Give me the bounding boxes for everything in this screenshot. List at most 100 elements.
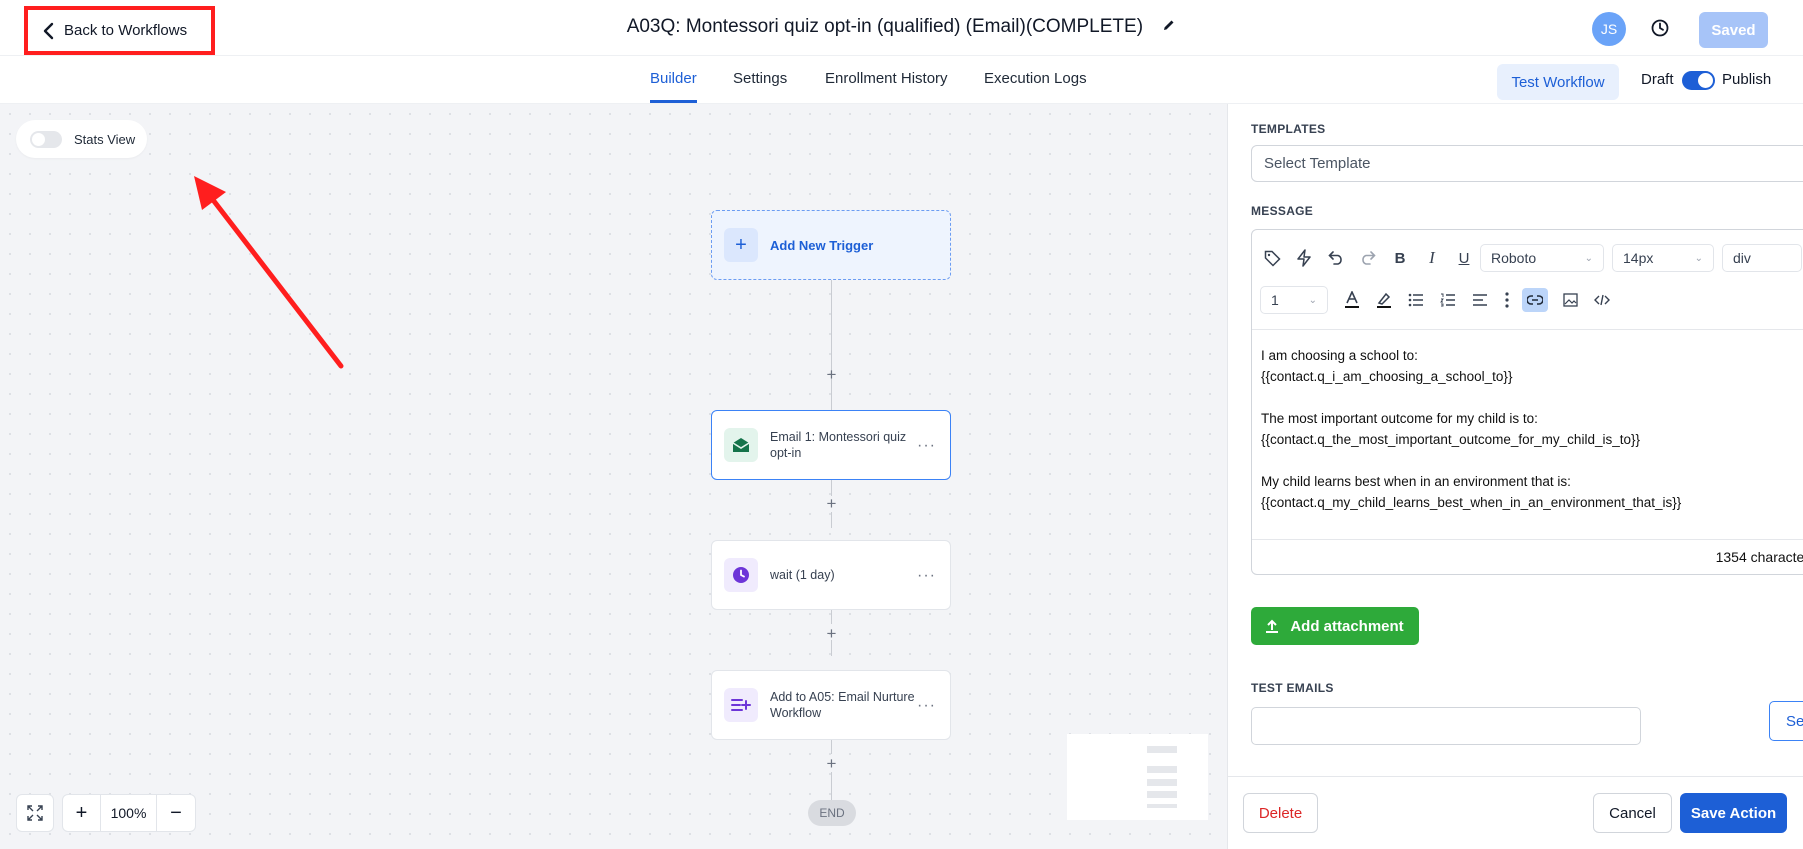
minimap-node [1147,804,1177,808]
redo-icon[interactable] [1352,244,1384,272]
text-color-icon[interactable] [1336,286,1368,314]
template-select[interactable]: Select Template [1251,145,1803,182]
message-line: {{contact.q_my_child_learns_best_when_in… [1261,495,1682,510]
upload-icon [1266,619,1279,633]
save-action-button[interactable]: Save Action [1680,793,1787,833]
bold-icon[interactable]: B [1384,244,1416,272]
test-email-input[interactable] [1251,707,1641,745]
clock-icon [724,558,758,592]
send-test-button[interactable]: Se [1769,701,1803,741]
message-body[interactable]: I am choosing a school to: {{contact.q_i… [1261,345,1681,534]
tab-builder[interactable]: Builder [650,70,697,87]
workflow-title[interactable]: A03Q: Montessori quiz opt-in (qualified)… [0,16,1803,38]
workflow-node-add-to-workflow[interactable]: Add to A05: Email Nurture Workflow ··· [711,670,951,740]
message-line: My child learns best when in an environm… [1261,474,1571,489]
zoom-in-button[interactable]: + [63,795,101,831]
cancel-button[interactable]: Cancel [1593,793,1672,833]
message-editor[interactable]: B I U Roboto ⌄ 14px ⌄ div 1 ⌄ I am choos… [1251,229,1803,575]
block-type-select[interactable]: div [1722,244,1802,272]
minimap-node [1147,779,1177,786]
italic-icon[interactable]: I [1416,244,1448,272]
workflow-node-email[interactable]: Email 1: Montessori quiz opt-in ··· [711,410,951,480]
node-label: wait (1 day) [770,568,835,582]
zoom-controls: + 100% − [16,794,196,832]
message-paragraph: The most important outcome for my child … [1261,408,1681,450]
message-line: {{contact.q_i_am_choosing_a_school_to}} [1261,369,1513,384]
add-step-plus[interactable]: + [824,495,839,512]
message-line: {{contact.q_the_most_important_outcome_f… [1261,432,1640,447]
numbered-list-icon[interactable] [1432,286,1464,314]
add-new-trigger[interactable]: + Add New Trigger [711,210,951,280]
editor-divider [1252,329,1803,330]
panel-footer-divider [1227,776,1803,777]
delete-button[interactable]: Delete [1243,793,1318,833]
tab-settings[interactable]: Settings [733,70,787,87]
add-step-plus[interactable]: + [824,625,839,642]
panel-divider [1227,104,1228,849]
connector-line [831,512,832,528]
publish-toggle[interactable] [1682,71,1715,90]
connector-line [831,772,832,800]
zoom-group: + 100% − [62,794,196,832]
draft-label: Draft [1641,71,1674,88]
add-attachment-button[interactable]: Add attachment [1251,607,1419,645]
stats-view-switch[interactable] [30,130,62,148]
more-vertical-icon[interactable] [1496,286,1518,314]
expand-icon [27,805,43,821]
active-tab-indicator [650,100,697,103]
history-icon[interactable] [1650,18,1670,43]
editor-toolbar-row-2: 1 ⌄ [1260,286,1618,314]
block-type-value: div [1733,250,1751,266]
image-icon[interactable] [1554,286,1586,314]
add-step-plus[interactable]: + [824,755,839,772]
font-size-select[interactable]: 14px ⌄ [1612,244,1714,272]
workflow-canvas[interactable]: Stats View + Add New Trigger + Email 1: … [0,104,1227,849]
stats-view-toggle[interactable]: Stats View [16,120,147,158]
annotation-arrow [194,176,344,369]
add-to-workflow-icon [724,688,758,722]
top-header: Back to Workflows A03Q: Montessori quiz … [0,0,1803,56]
action-settings-panel: TEMPLATES Select Template MESSAGE B I U … [1227,104,1803,849]
zoom-out-button[interactable]: − [157,795,195,831]
tab-execution-logs[interactable]: Execution Logs [984,70,1087,87]
saved-button[interactable]: Saved [1699,12,1768,48]
end-marker: END [808,800,856,826]
undo-icon[interactable] [1320,244,1352,272]
font-family-value: Roboto [1491,250,1537,266]
underline-icon[interactable]: U [1448,244,1480,272]
workflow-title-text: A03Q: Montessori quiz opt-in (qualified)… [626,16,1144,38]
align-icon[interactable] [1464,286,1496,314]
test-emails-label: TEST EMAILS [1251,681,1334,695]
pencil-icon[interactable] [1162,16,1176,38]
chevron-down-icon: ⌄ [1584,252,1593,264]
bullet-list-icon[interactable] [1400,286,1432,314]
publish-label: Publish [1722,71,1772,88]
template-placeholder: Select Template [1264,155,1371,172]
lightning-icon[interactable] [1288,244,1320,272]
tab-enrollment-history[interactable]: Enrollment History [825,70,948,87]
message-label: MESSAGE [1251,204,1314,218]
more-options-icon[interactable]: ··· [917,437,936,455]
tag-icon[interactable] [1256,244,1288,272]
templates-label: TEMPLATES [1251,122,1326,136]
chevron-down-icon: ⌄ [1694,252,1703,264]
workflow-node-wait[interactable]: wait (1 day) ··· [711,540,951,610]
minimap-node [1147,746,1177,753]
avatar[interactable]: JS [1592,12,1626,46]
more-options-icon[interactable]: ··· [917,697,936,715]
message-line: I am choosing a school to: [1261,348,1418,363]
highlight-icon[interactable] [1368,286,1400,314]
fit-view-button[interactable] [16,794,54,832]
link-icon[interactable] [1522,288,1548,312]
font-family-select[interactable]: Roboto ⌄ [1480,244,1604,272]
chevron-down-icon: ⌄ [1308,294,1317,306]
message-line: The most important outcome for my child … [1261,411,1538,426]
more-options-icon[interactable]: ··· [917,567,936,585]
code-icon[interactable] [1586,286,1618,314]
test-workflow-button[interactable]: Test Workflow [1497,64,1619,100]
character-count: 1354 characters [1715,549,1803,565]
line-height-select[interactable]: 1 ⌄ [1260,286,1328,314]
editor-toolbar-row-1: B I U Roboto ⌄ 14px ⌄ div [1256,244,1803,272]
minimap[interactable] [1067,734,1208,820]
add-step-plus[interactable]: + [824,366,839,383]
